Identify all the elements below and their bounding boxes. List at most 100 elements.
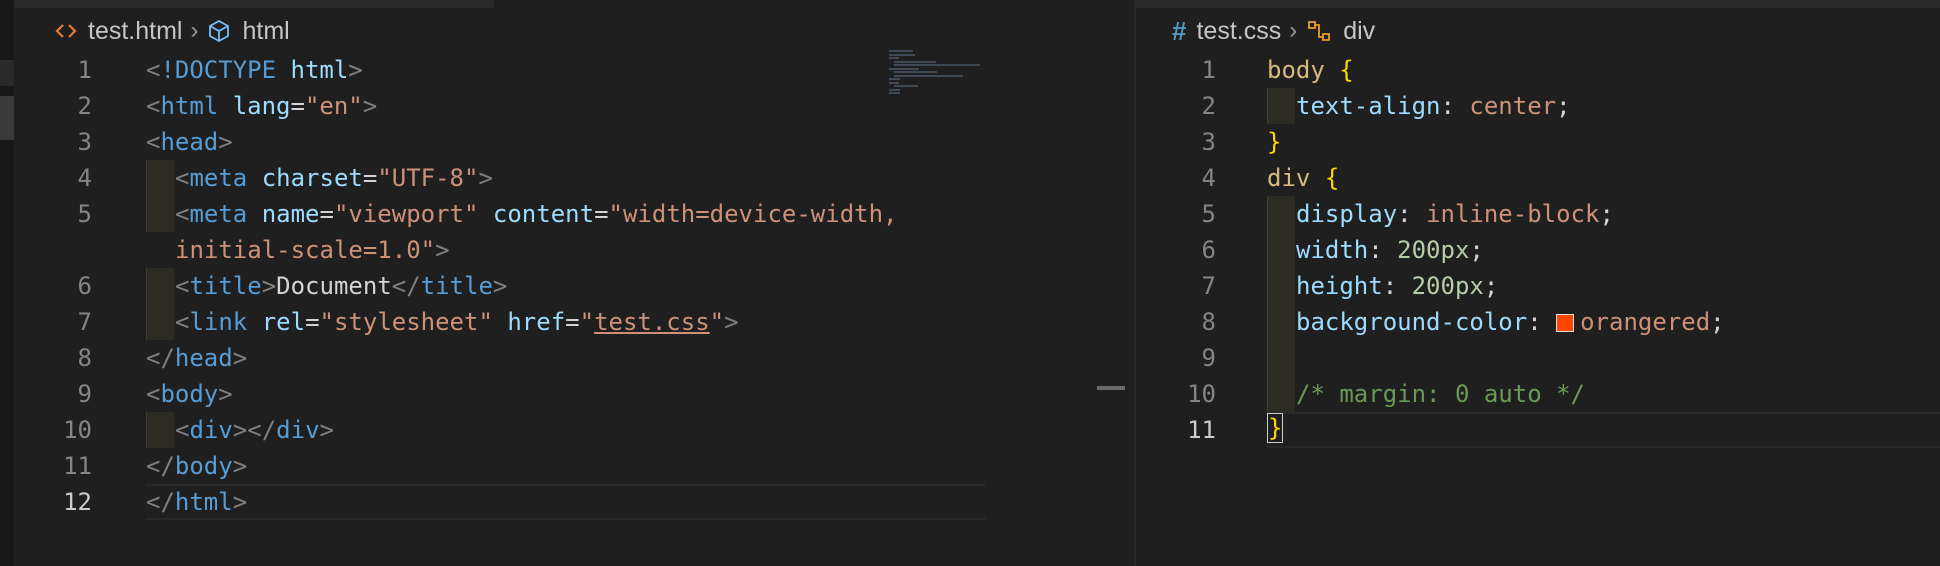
code-text[interactable]: display: inline-block;: [1296, 196, 1614, 232]
code-line[interactable]: 1 body {: [1136, 52, 1940, 88]
breadcrumb[interactable]: test.html › html: [54, 14, 290, 48]
code-token: >: [232, 452, 248, 480]
code-token: >: [348, 56, 363, 84]
code-text[interactable]: background-color: orangered;: [1296, 304, 1725, 340]
code-line[interactable]: 6 width: 200px;: [1136, 232, 1940, 268]
breadcrumb-symbol[interactable]: div: [1343, 17, 1375, 46]
code-token: >: [261, 272, 277, 300]
code-text[interactable]: div {: [1267, 160, 1339, 196]
code-text[interactable]: </html>: [146, 484, 247, 520]
code-text[interactable]: body {: [1267, 52, 1354, 88]
line-number: 9: [77, 380, 92, 408]
html-editor-pane[interactable]: test.html › html 1 <!DOCTYPE html> 2 <html …: [14, 0, 1134, 566]
symbol-structure-icon: [1305, 18, 1333, 44]
code-line[interactable]: 12 </html>: [14, 484, 1134, 520]
minimap-line: [889, 50, 913, 52]
minimap-line: [894, 85, 918, 87]
code-line[interactable]: 4 div {: [1136, 160, 1940, 196]
code-text[interactable]: height: 200px;: [1296, 268, 1498, 304]
code-token: <: [175, 308, 190, 336]
code-text[interactable]: <body>: [146, 376, 233, 412]
code-text[interactable]: }: [1267, 412, 1284, 448]
code-text[interactable]: width: 200px;: [1296, 232, 1484, 268]
code-token: :: [1382, 272, 1412, 300]
code-token: <: [175, 164, 190, 192]
edge-selection: [0, 96, 14, 140]
code-line[interactable]: 3}: [1136, 124, 1940, 160]
code-text[interactable]: /* margin: 0 auto */: [1296, 376, 1585, 412]
code-line[interactable]: 9 <body>: [14, 376, 1134, 412]
code-token: Document: [276, 272, 392, 300]
line-number: 3: [77, 128, 92, 156]
code-line[interactable]: 4 <meta charset="UTF-8">: [14, 160, 1134, 196]
code-text[interactable]: initial-scale=1.0">: [175, 232, 450, 268]
code-line[interactable]: 9: [1136, 340, 1940, 376]
code-token: meta: [189, 200, 248, 228]
code-text[interactable]: <meta name="viewport" content="width=dev…: [175, 196, 898, 232]
breadcrumb[interactable]: # test.css › div: [1172, 14, 1375, 48]
code-token: content: [492, 200, 595, 228]
code-line[interactable]: 6 <title>Document</title>: [14, 268, 1134, 304]
breadcrumb-file[interactable]: test.html: [88, 17, 182, 46]
code-text[interactable]: </head>: [146, 340, 247, 376]
breadcrumb-symbol[interactable]: html: [242, 17, 289, 46]
minimap-line: [894, 64, 981, 66]
code-token: =: [290, 92, 305, 120]
code-text[interactable]: <head>: [146, 124, 233, 160]
code-token: meta: [189, 164, 248, 192]
css-editor-pane[interactable]: # test.css › div 1 body {2 text-align: cen…: [1136, 0, 1940, 566]
code-line[interactable]: 7 height: 200px;: [1136, 268, 1940, 304]
code-line[interactable]: 11}: [1136, 412, 1940, 448]
code-text[interactable]: <title>Document</title>: [175, 268, 507, 304]
code-line[interactable]: 5 display: inline-block;: [1136, 196, 1940, 232]
code-token: </: [146, 452, 175, 480]
code-area[interactable]: 1 body {2 text-align: center; 3} 4 div {5 disp…: [1136, 52, 1940, 448]
indent-guide: [146, 196, 174, 232]
code-line[interactable]: 11 </body>: [14, 448, 1134, 484]
code-token: center: [1469, 92, 1557, 120]
code-line[interactable]: 8 background-color: orangered;: [1136, 304, 1940, 340]
scrollbar-marker[interactable]: [1097, 386, 1125, 390]
color-swatch[interactable]: [1556, 314, 1575, 332]
code-line[interactable]: 7 <link rel="stylesheet" href="test.css">: [14, 304, 1134, 340]
code-token: ;: [1483, 272, 1499, 300]
code-text[interactable]: <html lang="en">: [146, 88, 377, 124]
code-token: body: [160, 380, 219, 408]
code-token: "UTF-8": [377, 164, 479, 192]
code-token: title: [189, 272, 262, 300]
indent-guide: [146, 268, 174, 304]
minimap[interactable]: [889, 50, 994, 110]
code-text[interactable]: }: [1267, 124, 1281, 160]
minimap-line: [889, 92, 901, 94]
code-line[interactable]: 10 /* margin: 0 auto */: [1136, 376, 1940, 412]
code-token: orangered: [1580, 308, 1711, 336]
code-token: link: [189, 308, 248, 336]
code-text[interactable]: <link rel="stylesheet" href="test.css">: [175, 304, 739, 340]
code-line[interactable]: 5 <meta name="viewport" content="width=de…: [14, 196, 1134, 232]
code-text[interactable]: </body>: [146, 448, 247, 484]
code-line[interactable]: initial-scale=1.0">: [14, 232, 1134, 268]
line-number: 1: [77, 56, 92, 84]
minimap-line: [889, 53, 915, 56]
code-line[interactable]: 8 </head>: [14, 340, 1134, 376]
code-line[interactable]: 10 <div></div>: [14, 412, 1134, 448]
line-number: 6: [77, 272, 92, 300]
code-token: href: [507, 308, 566, 336]
minimap-line: [894, 71, 938, 73]
code-token: {: [1339, 56, 1354, 84]
code-area[interactable]: 1 <!DOCTYPE html> 2 <html lang="en"> 3 <head>…: [14, 52, 1134, 520]
breadcrumb-file[interactable]: test.css: [1196, 17, 1281, 46]
code-text[interactable]: text-align: center;: [1296, 88, 1571, 124]
code-text[interactable]: <div></div>: [175, 412, 334, 448]
code-text[interactable]: <meta charset="UTF-8">: [175, 160, 493, 196]
code-line[interactable]: 2 text-align: center;: [1136, 88, 1940, 124]
code-text[interactable]: <!DOCTYPE html>: [146, 52, 363, 88]
code-token: head: [174, 344, 233, 372]
code-line[interactable]: 3 <head>: [14, 124, 1134, 160]
hash-icon: #: [1172, 15, 1187, 46]
